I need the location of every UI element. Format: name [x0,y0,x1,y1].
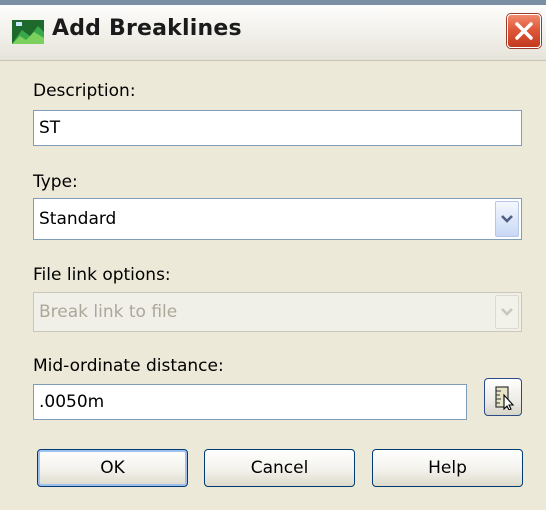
title-bar[interactable]: Add Breaklines [0,0,546,61]
close-icon [515,22,533,40]
chevron-down-icon [501,308,513,316]
file-link-selected-value: Break link to file [39,302,178,322]
ok-button[interactable]: OK [37,449,188,487]
description-label: Description: [33,81,136,101]
add-breaklines-dialog: Add Breaklines Description: ST Type: Sta… [0,0,546,510]
mid-ordinate-field[interactable]: .0050m [33,384,467,420]
pick-distance-button[interactable] [484,378,522,416]
civil3d-surface-icon [12,18,44,46]
mid-ordinate-label: Mid-ordinate distance: [33,356,224,376]
file-link-label: File link options: [33,265,171,285]
type-label: Type: [33,172,78,192]
file-link-dropdown: Break link to file [33,292,522,332]
type-dropdown-button[interactable] [495,201,519,237]
description-field[interactable]: ST [33,110,522,146]
help-button[interactable]: Help [372,449,523,487]
dialog-title: Add Breaklines [52,16,242,41]
close-button[interactable] [507,14,541,48]
cancel-button[interactable]: Cancel [204,449,355,487]
chevron-down-icon [501,215,513,223]
pick-distance-icon [495,386,515,410]
type-selected-value: Standard [39,209,117,229]
type-dropdown[interactable]: Standard [33,198,522,240]
title-bar-top-strip [0,0,546,5]
file-link-dropdown-button [495,295,519,329]
